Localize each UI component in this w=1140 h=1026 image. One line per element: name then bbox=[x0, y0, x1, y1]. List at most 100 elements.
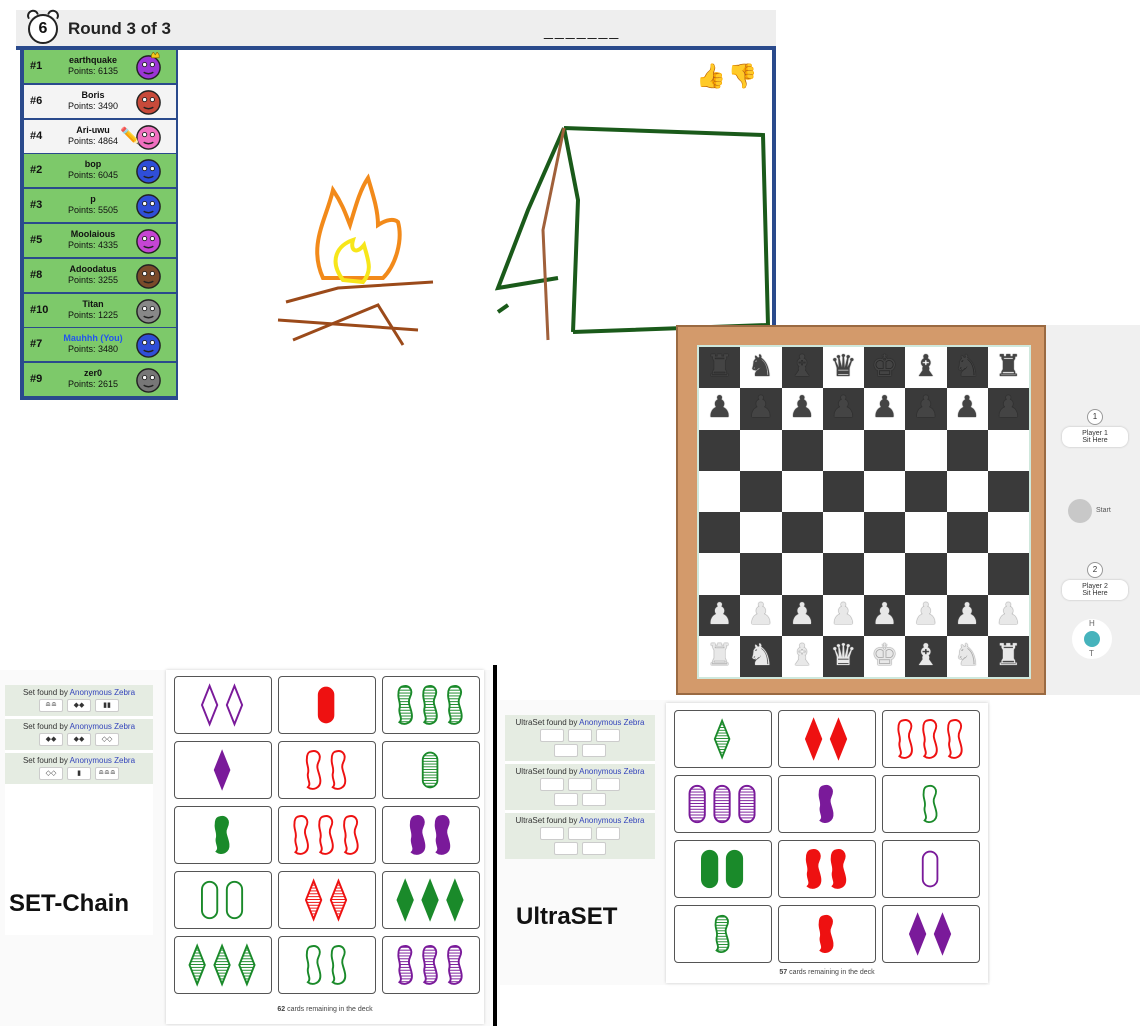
thumbs-down-icon[interactable]: 👎 bbox=[728, 62, 758, 91]
board-square[interactable]: ♜ bbox=[987, 635, 1029, 677]
board-square[interactable]: ♟ bbox=[946, 594, 988, 636]
board-square[interactable]: ♟ bbox=[822, 388, 864, 430]
set-card[interactable] bbox=[174, 741, 272, 799]
board-square[interactable] bbox=[781, 512, 823, 554]
board-square[interactable] bbox=[905, 429, 947, 471]
set-card[interactable] bbox=[882, 840, 980, 898]
board-square[interactable]: ♟ bbox=[781, 388, 823, 430]
white-piece[interactable]: ♟ bbox=[830, 598, 857, 631]
set-card[interactable] bbox=[674, 840, 772, 898]
board-square[interactable] bbox=[946, 429, 988, 471]
board-square[interactable]: ♟ bbox=[905, 388, 947, 430]
board-square[interactable] bbox=[905, 553, 947, 595]
set-card[interactable] bbox=[778, 840, 876, 898]
player-row[interactable]: #5 Moolaious Points: 4335 bbox=[24, 223, 176, 257]
black-piece[interactable]: ♟ bbox=[789, 391, 816, 424]
black-piece[interactable]: ♟ bbox=[995, 391, 1022, 424]
black-piece[interactable]: ♝ bbox=[789, 350, 816, 383]
board-square[interactable]: ♞ bbox=[946, 635, 988, 677]
set-card[interactable] bbox=[174, 806, 272, 864]
board-square[interactable] bbox=[781, 470, 823, 512]
set-card[interactable] bbox=[674, 905, 772, 963]
board-square[interactable] bbox=[987, 429, 1029, 471]
set-card[interactable] bbox=[278, 871, 376, 929]
board-square[interactable] bbox=[946, 512, 988, 554]
white-piece[interactable]: ♜ bbox=[995, 639, 1022, 672]
board-square[interactable] bbox=[740, 512, 782, 554]
board-square[interactable]: ♝ bbox=[905, 347, 947, 389]
start-button[interactable] bbox=[1068, 499, 1092, 523]
set-card[interactable] bbox=[174, 936, 272, 994]
board-square[interactable]: ♟ bbox=[946, 388, 988, 430]
white-piece[interactable]: ♟ bbox=[706, 598, 733, 631]
black-piece[interactable]: ♛ bbox=[830, 350, 857, 383]
set-card[interactable] bbox=[882, 905, 980, 963]
board-square[interactable]: ♟ bbox=[781, 594, 823, 636]
board-square[interactable]: ♟ bbox=[740, 388, 782, 430]
set-card[interactable] bbox=[778, 905, 876, 963]
board-square[interactable]: ♟ bbox=[987, 388, 1029, 430]
white-piece[interactable]: ♟ bbox=[954, 598, 981, 631]
board-square[interactable] bbox=[946, 470, 988, 512]
white-piece[interactable]: ♞ bbox=[954, 639, 981, 672]
board-square[interactable]: ♞ bbox=[946, 347, 988, 389]
board-square[interactable] bbox=[740, 429, 782, 471]
board-square[interactable] bbox=[699, 470, 741, 512]
white-piece[interactable]: ♝ bbox=[789, 639, 816, 672]
player-row[interactable]: #3 p Points: 5505 bbox=[24, 189, 176, 223]
board-square[interactable] bbox=[822, 553, 864, 595]
white-piece[interactable]: ♟ bbox=[912, 598, 939, 631]
board-square[interactable]: ♜ bbox=[987, 347, 1029, 389]
white-piece[interactable]: ♜ bbox=[706, 639, 733, 672]
board-square[interactable]: ♟ bbox=[699, 388, 741, 430]
black-piece[interactable]: ♜ bbox=[706, 350, 733, 383]
board-square[interactable] bbox=[946, 553, 988, 595]
black-piece[interactable]: ♟ bbox=[706, 391, 733, 424]
player-row[interactable]: #9 zer0 Points: 2615 bbox=[24, 363, 176, 397]
set-card[interactable] bbox=[278, 806, 376, 864]
thumbs-up-icon[interactable]: 👍 bbox=[696, 62, 726, 91]
white-piece[interactable]: ♟ bbox=[995, 598, 1022, 631]
white-piece[interactable]: ♟ bbox=[789, 598, 816, 631]
black-piece[interactable]: ♟ bbox=[747, 391, 774, 424]
board-square[interactable] bbox=[740, 553, 782, 595]
set-card[interactable] bbox=[278, 676, 376, 734]
board-square[interactable] bbox=[864, 553, 906, 595]
black-piece[interactable]: ♟ bbox=[830, 391, 857, 424]
player-row[interactable]: #8 Adoodatus Points: 3255 bbox=[24, 258, 176, 292]
board-square[interactable] bbox=[740, 470, 782, 512]
player-row[interactable]: #7 Mauhhh (You) Points: 3480 bbox=[24, 328, 176, 362]
board-square[interactable] bbox=[864, 429, 906, 471]
board-square[interactable] bbox=[864, 512, 906, 554]
board-square[interactable]: ♟ bbox=[864, 594, 906, 636]
board-square[interactable]: ♝ bbox=[905, 635, 947, 677]
black-piece[interactable]: ♝ bbox=[912, 350, 939, 383]
black-piece[interactable]: ♟ bbox=[954, 391, 981, 424]
board-square[interactable] bbox=[987, 512, 1029, 554]
set-card[interactable] bbox=[382, 806, 480, 864]
black-piece[interactable]: ♜ bbox=[995, 350, 1022, 383]
white-piece[interactable]: ♟ bbox=[871, 598, 898, 631]
board-square[interactable]: ♛ bbox=[822, 347, 864, 389]
board-square[interactable] bbox=[699, 553, 741, 595]
board-square[interactable]: ♟ bbox=[864, 388, 906, 430]
black-piece[interactable]: ♞ bbox=[747, 350, 774, 383]
set-card[interactable] bbox=[882, 710, 980, 768]
set-card[interactable] bbox=[382, 871, 480, 929]
board-square[interactable] bbox=[781, 429, 823, 471]
board-square[interactable] bbox=[781, 553, 823, 595]
player2-seat[interactable]: 2 Player 2 Sit Here bbox=[1062, 562, 1128, 600]
player-row[interactable]: #1 earthquake Points: 6135 bbox=[24, 50, 176, 83]
board-square[interactable]: ♜ bbox=[699, 635, 741, 677]
player-row[interactable]: #4 Ari-uwu Points: 4864 ✏️ bbox=[24, 119, 176, 153]
board-square[interactable] bbox=[822, 470, 864, 512]
board-square[interactable]: ♚ bbox=[864, 635, 906, 677]
white-piece[interactable]: ♟ bbox=[747, 598, 774, 631]
white-piece[interactable]: ♛ bbox=[830, 639, 857, 672]
board-square[interactable] bbox=[987, 553, 1029, 595]
set-card[interactable] bbox=[382, 936, 480, 994]
board-square[interactable] bbox=[699, 512, 741, 554]
black-piece[interactable]: ♚ bbox=[871, 350, 898, 383]
board-square[interactable]: ♟ bbox=[822, 594, 864, 636]
board-square[interactable]: ♟ bbox=[699, 594, 741, 636]
